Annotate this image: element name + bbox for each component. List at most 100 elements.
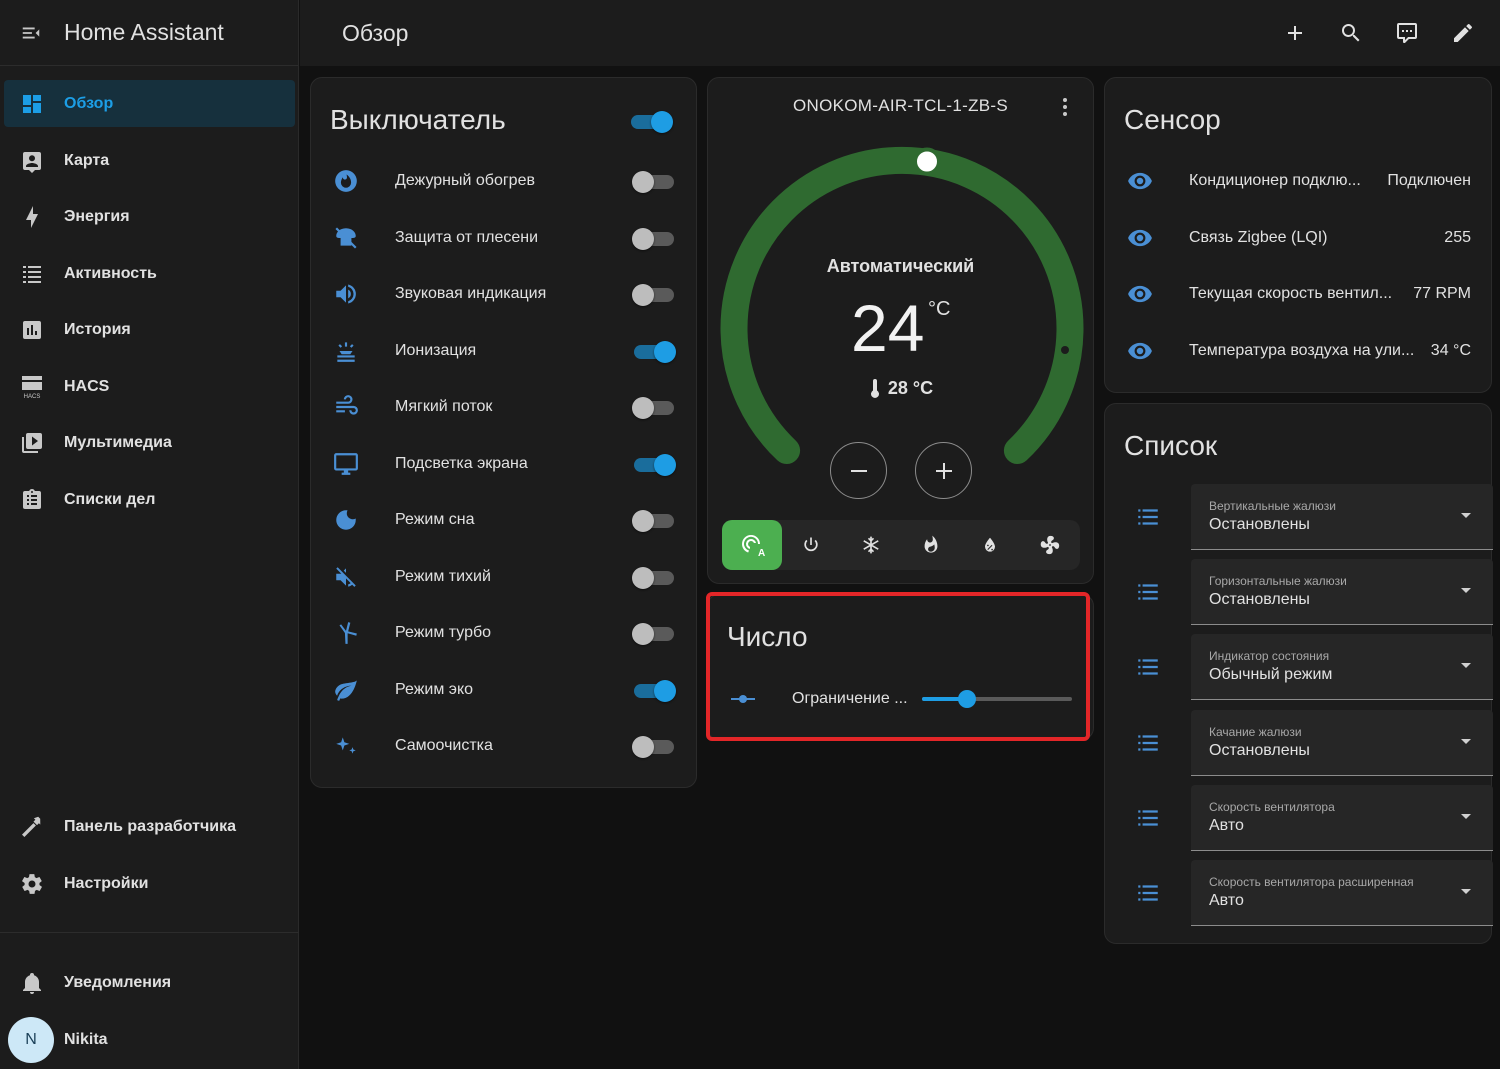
mode-off-button[interactable]: [782, 520, 842, 570]
map-icon: [19, 148, 45, 174]
switch-row[interactable]: Дежурный обогрев: [331, 161, 676, 201]
decrease-temperature-button[interactable]: [830, 442, 887, 499]
header-toggle[interactable]: [629, 109, 673, 133]
select-row: Качание жалюзи Остановлены: [1125, 709, 1493, 776]
select-dropdown[interactable]: Качание жалюзи Остановлены: [1191, 709, 1493, 776]
power-icon: [804, 537, 819, 552]
switch-row[interactable]: Ионизация: [331, 331, 676, 371]
play-box-icon: [19, 430, 45, 456]
select-dropdown[interactable]: Скорость вентилятора Авто: [1191, 784, 1493, 851]
dropdown-arrow-icon: [1461, 513, 1471, 518]
sidebar-item-activity[interactable]: Активность: [4, 250, 295, 297]
plus-icon: [935, 462, 952, 479]
switch-toggle[interactable]: [632, 565, 676, 589]
switch-toggle[interactable]: [632, 226, 676, 250]
temperature-unit: °C: [928, 298, 951, 320]
increase-temperature-button[interactable]: [915, 442, 972, 499]
switch-row[interactable]: Режим тихий: [331, 557, 676, 597]
sensor-row[interactable]: Кондиционер подклю... Подключен: [1125, 161, 1471, 201]
mode-dry-button[interactable]: [961, 520, 1021, 570]
sparkle-icon: [331, 731, 361, 761]
fire-circle-icon: [331, 166, 361, 196]
search-button[interactable]: [1332, 14, 1370, 52]
sidebar-item-hacs[interactable]: HACS HACS: [4, 363, 295, 410]
comment-processing-icon: [1397, 23, 1417, 43]
mode-auto-button[interactable]: A: [722, 520, 782, 570]
select-dropdown[interactable]: Индикатор состояния Обычный режим: [1191, 634, 1493, 701]
switch-row[interactable]: Режим сна: [331, 500, 676, 540]
sensor-value: 255: [1444, 228, 1471, 246]
format-list-bulleted-icon: [1138, 735, 1158, 751]
switch-row[interactable]: Подсветка экрана: [331, 444, 676, 484]
switch-row[interactable]: Самоочистка: [331, 726, 676, 766]
sidebar-item-energy[interactable]: Энергия: [4, 193, 295, 240]
switch-label: Защита от плесени: [395, 228, 539, 246]
add-button[interactable]: [1276, 14, 1314, 52]
select-dropdown[interactable]: Вертикальные жалюзи Остановлены: [1191, 484, 1493, 550]
format-list-bulleted-icon: [1138, 885, 1158, 901]
monitor-icon: [331, 449, 361, 479]
dropdown-arrow-icon: [1461, 588, 1471, 594]
select-dropdown[interactable]: Горизонтальные жалюзи Остановлены: [1191, 559, 1493, 626]
sidebar-item-settings[interactable]: Настройки: [4, 860, 295, 907]
search-icon: [1342, 24, 1360, 42]
hvac-mode-label: Автоматический: [826, 256, 975, 276]
menu-collapse-icon[interactable]: [20, 22, 42, 44]
switch-toggle[interactable]: [632, 169, 676, 193]
switch-toggle[interactable]: [632, 282, 676, 306]
sidebar-item-notifications[interactable]: Уведомления: [4, 959, 295, 1006]
sidebar-item-label: Карта: [64, 151, 110, 169]
sidebar-item-media[interactable]: Мультимедиа: [4, 419, 295, 466]
card-title: Сенсор: [1124, 104, 1221, 135]
hacs-badge-text: HACS: [24, 394, 41, 400]
switch-toggle[interactable]: [632, 339, 676, 363]
mode-heat-button[interactable]: [901, 520, 961, 570]
select-row: Скорость вентилятора Авто: [1125, 784, 1493, 851]
chart-box-icon: [19, 317, 45, 343]
sidebar-item-developer-tools[interactable]: Панель разработчика: [4, 803, 295, 850]
sidebar-item-profile[interactable]: N Nikita: [4, 1016, 295, 1063]
bell-icon: [19, 970, 45, 996]
toolbar-actions: [1258, 14, 1482, 52]
sensor-row[interactable]: Температура воздуха на ули... 34 °C: [1125, 331, 1471, 371]
select-value: Остановлены: [1209, 516, 1310, 533]
switch-toggle[interactable]: [632, 452, 676, 476]
assist-button[interactable]: [1388, 14, 1426, 52]
sensor-row[interactable]: Текущая скорость вентил... 77 RPM: [1125, 274, 1471, 314]
hammer-icon: [19, 814, 45, 840]
sidebar-item-map[interactable]: Карта: [4, 137, 295, 184]
switch-toggle[interactable]: [632, 395, 676, 419]
switch-label: Режим эко: [395, 680, 474, 698]
sensor-row[interactable]: Связь Zigbee (LQI) 255: [1125, 218, 1471, 258]
switch-label: Дежурный обогрев: [395, 172, 535, 189]
switch-row[interactable]: Режим турбо: [331, 613, 676, 653]
number-label: Ограничение ...: [792, 690, 908, 707]
slider-handle[interactable]: [958, 690, 976, 708]
select-value: Авто: [1209, 816, 1244, 834]
select-value: Остановлены: [1209, 741, 1310, 759]
sidebar-item-todo[interactable]: Списки дел: [4, 476, 295, 523]
switch-row[interactable]: Звуковая индикация: [331, 274, 676, 314]
sidebar-header: Home Assistant: [0, 0, 298, 66]
fan-icon: [1040, 535, 1060, 555]
edit-button[interactable]: [1444, 14, 1482, 52]
sidebar-item-overview[interactable]: Обзор: [4, 80, 295, 127]
sidebar-item-history[interactable]: История: [4, 306, 295, 353]
switch-toggle[interactable]: [632, 734, 676, 758]
page-title: Обзор: [342, 19, 409, 46]
switch-toggle[interactable]: [632, 678, 676, 702]
number-slider[interactable]: [922, 687, 1072, 711]
mode-fan-button[interactable]: [1020, 520, 1080, 570]
sensor-label: Температура воздуха на ули...: [1189, 341, 1415, 359]
switch-row[interactable]: Мягкий поток: [331, 387, 676, 427]
switch-row[interactable]: Режим эко: [331, 670, 676, 710]
dial-handle[interactable]: [913, 147, 941, 176]
mode-cool-button[interactable]: [841, 520, 901, 570]
select-dropdown[interactable]: Скорость вентилятора расширенная Авто: [1191, 860, 1493, 926]
switch-row[interactable]: Защита от плесени: [331, 218, 676, 258]
sidebar-item-label: Обзор: [64, 94, 114, 112]
switch-toggle[interactable]: [632, 508, 676, 532]
switch-toggle[interactable]: [632, 621, 676, 645]
user-name: Nikita: [64, 1030, 108, 1048]
more-vert-icon[interactable]: [1057, 96, 1073, 118]
